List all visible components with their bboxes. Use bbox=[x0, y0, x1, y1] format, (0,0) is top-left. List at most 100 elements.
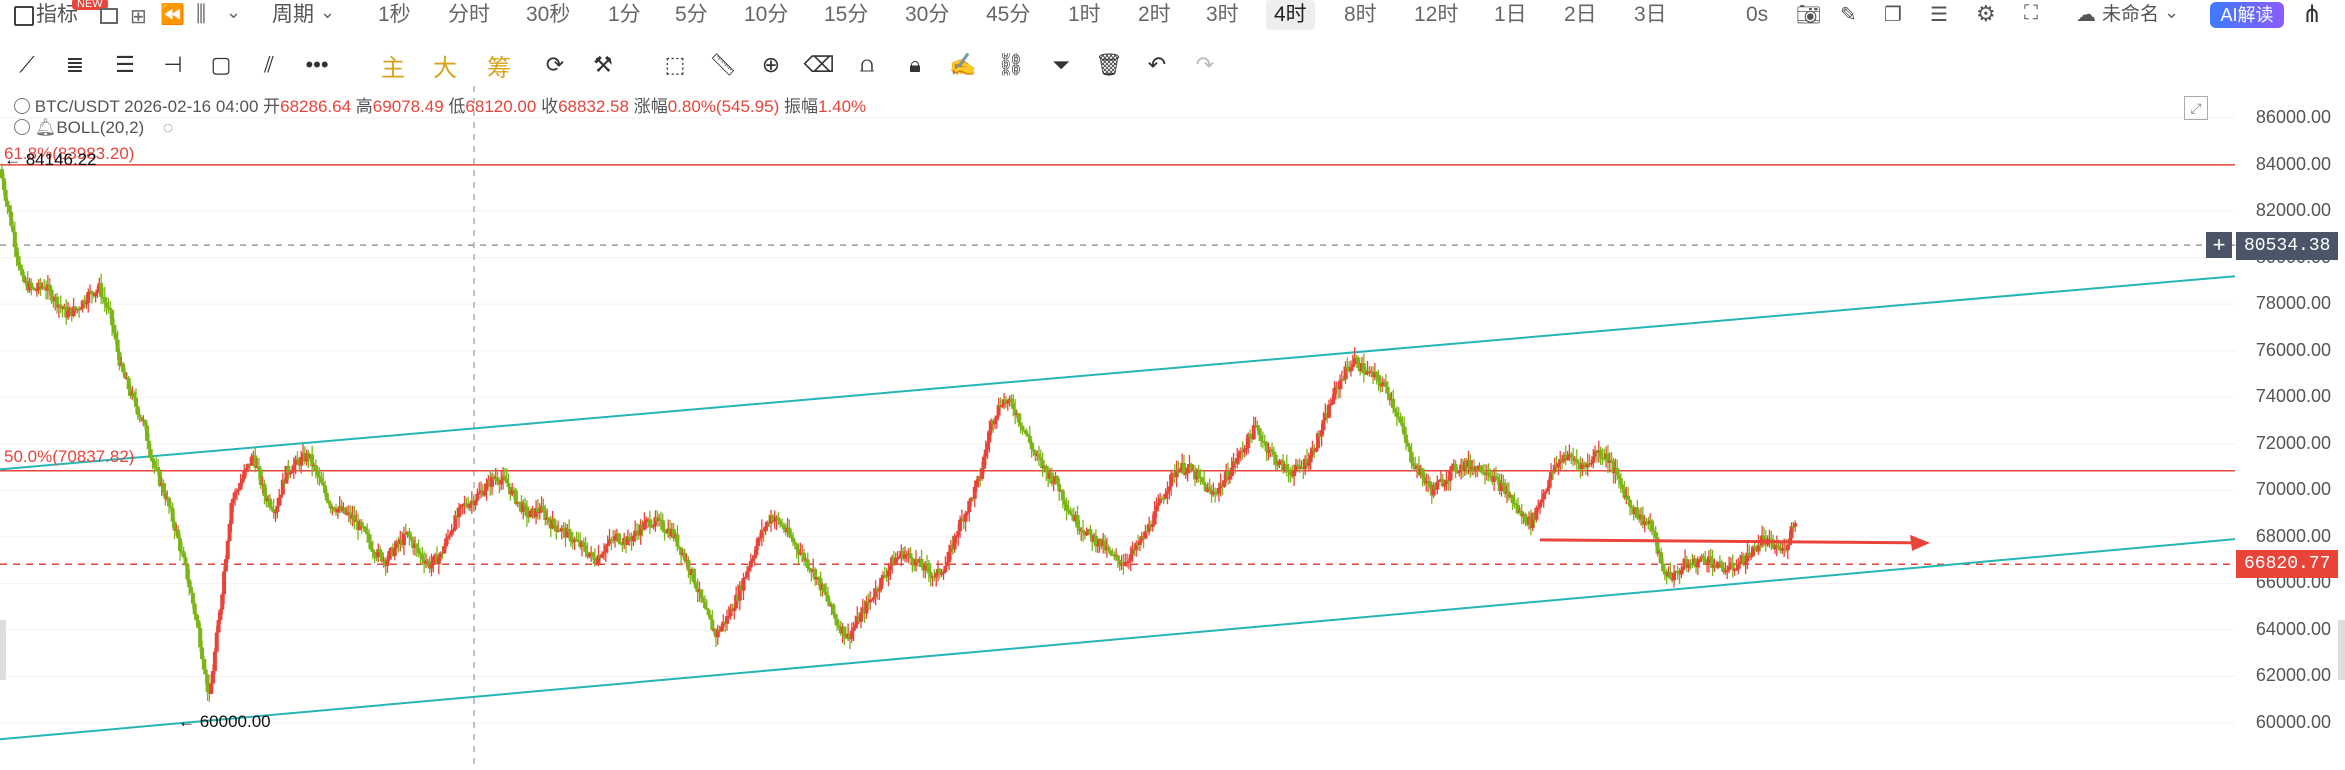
candlestick-type-icon[interactable]: ⫼ bbox=[196, 1, 206, 27]
interval-12h[interactable]: 12时 bbox=[1414, 0, 1458, 30]
high-value: 69078.49 bbox=[372, 97, 444, 116]
layout-icon[interactable] bbox=[100, 8, 118, 24]
candle-body bbox=[475, 493, 480, 501]
amplitude-label: 振幅 bbox=[783, 97, 818, 116]
amplitude-value: 1.40% bbox=[817, 97, 867, 116]
interval-45m[interactable]: 45分 bbox=[986, 0, 1030, 30]
expand-icon[interactable]: ⤢ bbox=[2184, 96, 2208, 120]
interval-1s[interactable]: 1秒 bbox=[378, 0, 411, 30]
pencil-icon[interactable]: ✎ bbox=[1840, 2, 1857, 27]
add-alert-icon[interactable]: + bbox=[2206, 232, 2232, 258]
candle-body bbox=[1202, 481, 1207, 485]
chevron-down-icon[interactable]: ⌄ bbox=[226, 2, 241, 23]
rectangle-icon[interactable]: ▢ bbox=[206, 46, 236, 84]
horizontal-ray-icon[interactable]: ⊣ bbox=[158, 46, 188, 84]
interval-10m[interactable]: 10分 bbox=[744, 0, 788, 30]
interval-1h[interactable]: 1时 bbox=[1068, 0, 1101, 30]
candle-body bbox=[1385, 386, 1390, 394]
candle-body bbox=[222, 571, 227, 595]
bell-icon[interactable]: 🔔︎ bbox=[35, 118, 57, 137]
ruler-icon[interactable]: 📏︎ bbox=[708, 46, 738, 84]
eye-hidden-icon[interactable]: ◌ bbox=[163, 118, 173, 137]
candle-body bbox=[209, 683, 214, 694]
interval-2d[interactable]: 2日 bbox=[1564, 0, 1597, 30]
interval-15m[interactable]: 15分 bbox=[824, 0, 868, 30]
camera-icon[interactable]: 📷︎ bbox=[1796, 2, 1821, 27]
sync-icon[interactable]: ⟳ bbox=[540, 46, 570, 84]
candle-body bbox=[1018, 422, 1023, 426]
chevron-down-icon[interactable]: ⌄ bbox=[320, 2, 335, 23]
interval-timeline[interactable]: 分时 bbox=[448, 0, 490, 30]
interval-1m[interactable]: 1分 bbox=[608, 0, 641, 30]
main-indicator-button[interactable]: 主 bbox=[378, 46, 408, 84]
rewind-icon[interactable]: ⏪ bbox=[160, 2, 185, 27]
right-scroll-handle[interactable] bbox=[2338, 620, 2345, 680]
zoom-in-icon[interactable]: ⊕ bbox=[756, 46, 786, 84]
candle-body bbox=[137, 414, 142, 418]
candle-body bbox=[552, 519, 557, 526]
cloud-icon[interactable]: ☁ bbox=[2076, 2, 2096, 27]
fullscreen-icon[interactable]: ⛶ bbox=[2024, 2, 2038, 25]
window-icon[interactable]: ❐ bbox=[1884, 2, 1902, 27]
candle-body bbox=[943, 566, 948, 573]
collapse-icon[interactable] bbox=[14, 119, 30, 135]
gear-icon[interactable]: ⚙ bbox=[1976, 1, 1996, 27]
redo-icon[interactable]: ↷ bbox=[1190, 46, 1220, 84]
interval-30m[interactable]: 30分 bbox=[905, 0, 949, 30]
price-scale-label: 76000.00 bbox=[2255, 339, 2331, 360]
price-scale-label: 68000.00 bbox=[2255, 525, 2331, 546]
chip-distribution-button[interactable]: 筹 bbox=[484, 46, 514, 84]
candle-body bbox=[1049, 472, 1054, 484]
candle-body bbox=[1106, 547, 1111, 551]
tools-icon[interactable]: ⚒ bbox=[588, 46, 618, 84]
candle-body bbox=[706, 609, 711, 616]
horizontal-lines-icon[interactable]: ☰ bbox=[110, 46, 140, 84]
channel-upper-line bbox=[0, 275, 2236, 471]
filter-icon[interactable]: ⏷ bbox=[1046, 46, 1076, 84]
trend-line-icon[interactable]: ⟋ bbox=[12, 46, 42, 84]
layout-name[interactable]: 未命名 bbox=[2102, 0, 2159, 30]
price-scale-label: 86000.00 bbox=[2255, 107, 2331, 127]
channel-lower-line bbox=[0, 538, 2236, 741]
change-value: 0.80%(545.95) bbox=[667, 97, 780, 116]
chart-area[interactable] bbox=[0, 86, 2345, 765]
period-dropdown[interactable]: 周期 bbox=[272, 0, 314, 30]
interval-1d[interactable]: 1日 bbox=[1494, 0, 1527, 30]
interval-30s[interactable]: 30秒 bbox=[526, 0, 570, 30]
link-icon[interactable]: ⛓ bbox=[996, 46, 1026, 84]
select-icon[interactable]: ⬚ bbox=[660, 46, 690, 84]
candle-body bbox=[183, 557, 188, 565]
interval-8h[interactable]: 8时 bbox=[1344, 0, 1377, 30]
interval-3h[interactable]: 3时 bbox=[1206, 0, 1239, 30]
symbol-label: BTC/USDT bbox=[34, 97, 120, 116]
trash-icon[interactable]: 🗑︎ bbox=[1094, 46, 1124, 84]
interval-5m[interactable]: 5分 bbox=[675, 0, 708, 30]
big-order-button[interactable]: 大 bbox=[430, 46, 460, 84]
candle-body bbox=[212, 651, 217, 671]
ai-explain-button[interactable]: AI解读 bbox=[2210, 2, 2284, 28]
more-tools-icon[interactable]: ••• bbox=[302, 46, 332, 84]
collapse-icon[interactable] bbox=[14, 98, 30, 114]
interval-4h[interactable]: 4时 bbox=[1266, 0, 1315, 30]
candle-body bbox=[214, 632, 219, 652]
interval-2h[interactable]: 2时 bbox=[1138, 0, 1171, 30]
list-icon[interactable]: ☰ bbox=[1930, 2, 1948, 27]
eraser-icon[interactable]: ⌫ bbox=[803, 46, 834, 84]
magnet-icon[interactable]: ⩍ bbox=[852, 46, 882, 84]
share-icon[interactable]: ⋔ bbox=[2302, 0, 2322, 29]
undo-icon[interactable]: ↶ bbox=[1142, 46, 1172, 84]
price-scale-label: 84000.00 bbox=[2255, 153, 2331, 174]
chevron-down-icon[interactable]: ⌄ bbox=[2164, 2, 2179, 23]
ohlc-info: BTC/USDT 2026-02-16 04:00 开68286.64 高690… bbox=[14, 92, 866, 117]
interval-3d[interactable]: 3日 bbox=[1634, 0, 1667, 30]
grid-icon[interactable]: ⊞ bbox=[130, 4, 147, 29]
open-value: 68286.64 bbox=[280, 97, 352, 116]
candlestick-chart[interactable] bbox=[0, 86, 2345, 765]
indicator-icon[interactable] bbox=[14, 6, 34, 26]
parallel-lines-icon[interactable]: ≣ bbox=[60, 46, 90, 84]
fib-icon[interactable]: ⫽ bbox=[254, 46, 284, 84]
edit-note-icon[interactable]: ✍ bbox=[948, 46, 978, 84]
candle-body bbox=[1020, 425, 1025, 430]
left-scroll-handle[interactable] bbox=[0, 620, 6, 680]
lock-icon[interactable]: 🔒︎ bbox=[900, 46, 930, 84]
